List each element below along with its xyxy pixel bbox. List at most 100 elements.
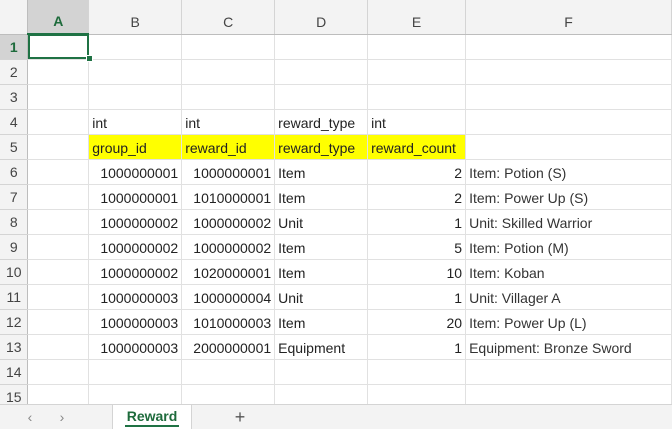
- row-header[interactable]: 3: [0, 84, 29, 110]
- reward-count-cell[interactable]: 20: [367, 309, 467, 335]
- column-header-b[interactable]: B: [88, 0, 183, 35]
- row-header[interactable]: 6: [0, 159, 29, 185]
- description-cell[interactable]: Item: Potion (S): [465, 159, 672, 185]
- cell[interactable]: [27, 234, 90, 260]
- group-id-cell[interactable]: 1000000003: [88, 284, 183, 310]
- cell[interactable]: [465, 109, 672, 135]
- reward-id-cell[interactable]: 1000000001: [181, 159, 276, 185]
- description-cell[interactable]: Item: Power Up (S): [465, 184, 672, 210]
- column-header-d[interactable]: D: [274, 0, 369, 35]
- cell[interactable]: [88, 59, 183, 85]
- cell[interactable]: [27, 209, 90, 235]
- row-header[interactable]: 2: [0, 59, 29, 85]
- cell[interactable]: [27, 59, 90, 85]
- cell[interactable]: [181, 34, 276, 60]
- row-header[interactable]: 11: [0, 284, 29, 310]
- cell[interactable]: [27, 334, 90, 360]
- description-cell[interactable]: Item: Power Up (L): [465, 309, 672, 335]
- cell[interactable]: [367, 59, 467, 85]
- cell[interactable]: [367, 34, 467, 60]
- reward-type-cell[interactable]: Equipment: [274, 334, 369, 360]
- type-cell[interactable]: int: [88, 109, 183, 135]
- group-id-cell[interactable]: 1000000002: [88, 234, 183, 260]
- fill-handle[interactable]: [86, 55, 93, 62]
- cell[interactable]: [88, 34, 183, 60]
- row-header[interactable]: 14: [0, 359, 29, 385]
- add-sheet-icon[interactable]: +: [226, 407, 254, 427]
- type-cell[interactable]: int: [181, 109, 276, 135]
- reward-id-cell[interactable]: 1010000003: [181, 309, 276, 335]
- cell[interactable]: [27, 359, 90, 385]
- reward-count-cell[interactable]: 2: [367, 184, 467, 210]
- cell[interactable]: [465, 59, 672, 85]
- reward-id-cell[interactable]: 1000000004: [181, 284, 276, 310]
- cell[interactable]: [27, 284, 90, 310]
- cell[interactable]: [274, 359, 369, 385]
- type-cell[interactable]: int: [367, 109, 467, 135]
- column-header-e[interactable]: E: [367, 0, 467, 35]
- cell[interactable]: [27, 309, 90, 335]
- group-id-cell[interactable]: 1000000001: [88, 184, 183, 210]
- row-header[interactable]: 5: [0, 134, 29, 160]
- reward-type-cell[interactable]: Unit: [274, 284, 369, 310]
- reward-type-cell[interactable]: Unit: [274, 209, 369, 235]
- next-sheet-icon[interactable]: ›: [52, 408, 72, 426]
- header-cell[interactable]: group_id: [88, 134, 183, 160]
- row-header[interactable]: 9: [0, 234, 29, 260]
- type-cell[interactable]: reward_type: [274, 109, 369, 135]
- cell[interactable]: [181, 359, 276, 385]
- cell[interactable]: [27, 109, 90, 135]
- reward-count-cell[interactable]: 2: [367, 159, 467, 185]
- row-header[interactable]: 4: [0, 109, 29, 135]
- row-header[interactable]: 13: [0, 334, 29, 360]
- row-header[interactable]: 7: [0, 184, 29, 210]
- column-header-c[interactable]: C: [181, 0, 276, 35]
- cell[interactable]: [88, 359, 183, 385]
- row-header[interactable]: 8: [0, 209, 29, 235]
- reward-type-cell[interactable]: Item: [274, 234, 369, 260]
- header-cell[interactable]: reward_id: [181, 134, 276, 160]
- reward-id-cell[interactable]: 1020000001: [181, 259, 276, 285]
- cell-a1[interactable]: [27, 34, 90, 60]
- description-cell[interactable]: Item: Potion (M): [465, 234, 672, 260]
- group-id-cell[interactable]: 1000000003: [88, 309, 183, 335]
- cell[interactable]: [274, 84, 369, 110]
- cell[interactable]: [181, 59, 276, 85]
- row-header[interactable]: 1: [0, 34, 29, 60]
- reward-id-cell[interactable]: 1000000002: [181, 234, 276, 260]
- description-cell[interactable]: Unit: Villager A: [465, 284, 672, 310]
- cell[interactable]: [274, 34, 369, 60]
- description-cell[interactable]: Unit: Skilled Warrior: [465, 209, 672, 235]
- reward-count-cell[interactable]: 10: [367, 259, 467, 285]
- cell[interactable]: [367, 84, 467, 110]
- reward-type-cell[interactable]: Item: [274, 259, 369, 285]
- cell[interactable]: [367, 359, 467, 385]
- cell[interactable]: [465, 134, 672, 160]
- cell[interactable]: [27, 159, 90, 185]
- reward-count-cell[interactable]: 1: [367, 284, 467, 310]
- header-cell[interactable]: reward_count: [367, 134, 467, 160]
- cell[interactable]: [274, 59, 369, 85]
- description-cell[interactable]: Item: Koban: [465, 259, 672, 285]
- group-id-cell[interactable]: 1000000003: [88, 334, 183, 360]
- group-id-cell[interactable]: 1000000001: [88, 159, 183, 185]
- header-cell[interactable]: reward_type: [274, 134, 369, 160]
- prev-sheet-icon[interactable]: ‹: [20, 408, 40, 426]
- reward-count-cell[interactable]: 5: [367, 234, 467, 260]
- column-header-a[interactable]: A: [27, 0, 90, 35]
- description-cell[interactable]: Equipment: Bronze Sword: [465, 334, 672, 360]
- reward-type-cell[interactable]: Item: [274, 159, 369, 185]
- sheet-tab-reward[interactable]: Reward: [112, 405, 192, 429]
- reward-type-cell[interactable]: Item: [274, 309, 369, 335]
- reward-count-cell[interactable]: 1: [367, 334, 467, 360]
- row-header[interactable]: 10: [0, 259, 29, 285]
- row-header[interactable]: 12: [0, 309, 29, 335]
- reward-id-cell[interactable]: 1010000001: [181, 184, 276, 210]
- group-id-cell[interactable]: 1000000002: [88, 259, 183, 285]
- cell[interactable]: [27, 259, 90, 285]
- cell[interactable]: [181, 84, 276, 110]
- group-id-cell[interactable]: 1000000002: [88, 209, 183, 235]
- select-all-corner[interactable]: [0, 0, 29, 35]
- column-header-f[interactable]: F: [465, 0, 672, 35]
- cell[interactable]: [27, 134, 90, 160]
